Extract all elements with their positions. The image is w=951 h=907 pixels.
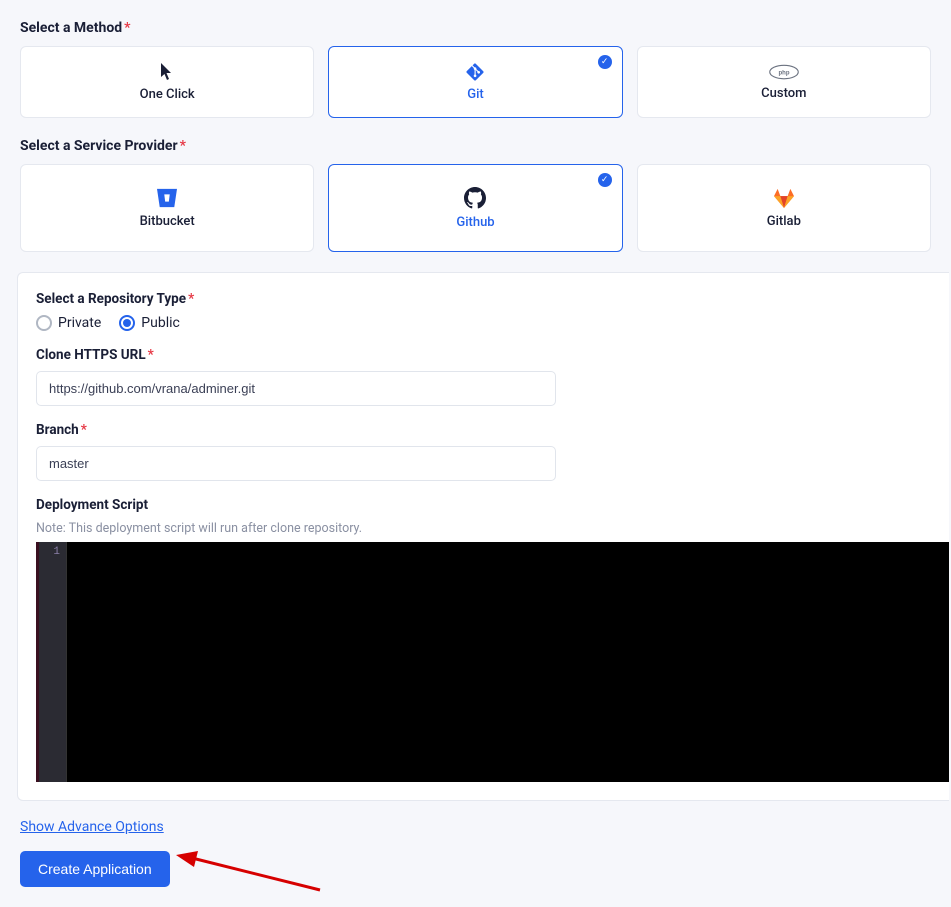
php-icon: php bbox=[769, 64, 799, 80]
create-application-button[interactable]: Create Application bbox=[20, 851, 170, 887]
provider-option-label: Bitbucket bbox=[140, 214, 195, 229]
script-note: Note: This deployment script will run af… bbox=[36, 521, 931, 536]
script-editor[interactable]: 1 bbox=[36, 542, 949, 782]
cursor-icon bbox=[159, 63, 175, 81]
required-asterisk: * bbox=[148, 347, 154, 363]
repo-type-label: Select a Repository Type* bbox=[36, 291, 931, 307]
required-asterisk: * bbox=[188, 291, 194, 307]
method-section-label: Select a Method* bbox=[20, 20, 931, 36]
git-icon bbox=[466, 63, 484, 81]
repo-type-public-radio[interactable]: Public bbox=[119, 315, 180, 331]
github-icon bbox=[464, 187, 486, 209]
method-option-git[interactable]: ✓ Git bbox=[328, 46, 622, 118]
line-number: 1 bbox=[45, 546, 60, 558]
radio-label: Private bbox=[58, 315, 101, 331]
required-asterisk: * bbox=[81, 422, 87, 438]
repo-form-panel: Select a Repository Type* Private Public… bbox=[17, 272, 949, 801]
radio-icon bbox=[119, 315, 135, 331]
repo-type-radio-group: Private Public bbox=[36, 315, 931, 331]
editor-body[interactable] bbox=[66, 542, 949, 782]
branch-input[interactable] bbox=[36, 446, 556, 481]
radio-icon bbox=[36, 315, 52, 331]
provider-options-row: Bitbucket ✓ Github Gitlab bbox=[20, 164, 931, 252]
required-asterisk: * bbox=[180, 138, 186, 154]
method-option-custom[interactable]: php Custom bbox=[637, 46, 931, 118]
editor-gutter: 1 bbox=[36, 542, 66, 782]
show-advance-options-link[interactable]: Show Advance Options bbox=[20, 819, 164, 835]
method-option-one-click[interactable]: One Click bbox=[20, 46, 314, 118]
method-option-label: Custom bbox=[761, 86, 806, 101]
required-asterisk: * bbox=[124, 20, 130, 36]
annotation-arrow-icon bbox=[170, 845, 330, 895]
clone-url-label: Clone HTTPS URL* bbox=[36, 347, 931, 363]
gitlab-icon bbox=[773, 188, 795, 208]
method-options-row: One Click ✓ Git php Custom bbox=[20, 46, 931, 118]
provider-option-gitlab[interactable]: Gitlab bbox=[637, 164, 931, 252]
bitbucket-icon bbox=[156, 188, 178, 208]
check-icon: ✓ bbox=[598, 55, 612, 69]
provider-option-label: Github bbox=[456, 215, 494, 230]
provider-option-bitbucket[interactable]: Bitbucket bbox=[20, 164, 314, 252]
provider-option-github[interactable]: ✓ Github bbox=[328, 164, 622, 252]
provider-option-label: Gitlab bbox=[767, 214, 801, 229]
clone-url-input[interactable] bbox=[36, 371, 556, 406]
method-option-label: One Click bbox=[140, 87, 195, 102]
repo-type-private-radio[interactable]: Private bbox=[36, 315, 101, 331]
radio-label: Public bbox=[141, 315, 180, 331]
svg-text:php: php bbox=[778, 70, 789, 76]
branch-label: Branch* bbox=[36, 422, 931, 438]
provider-section-label: Select a Service Provider* bbox=[20, 138, 931, 154]
script-label: Deployment Script bbox=[36, 497, 931, 513]
check-icon: ✓ bbox=[598, 173, 612, 187]
method-option-label: Git bbox=[467, 87, 484, 102]
